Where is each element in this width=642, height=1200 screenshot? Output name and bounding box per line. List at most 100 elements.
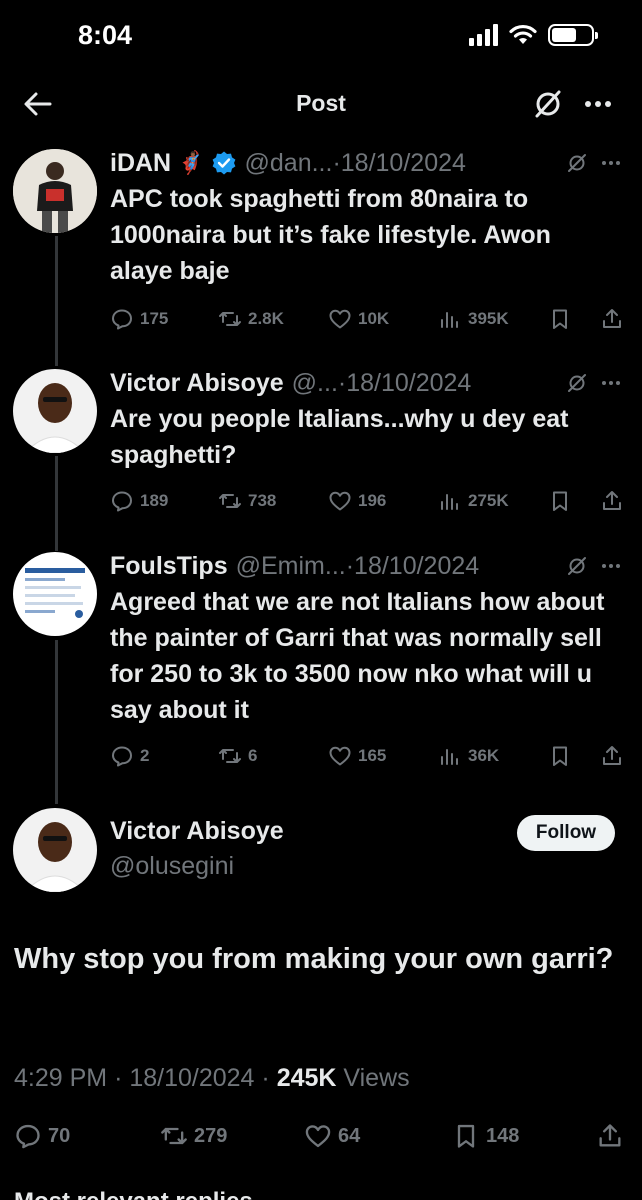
like-button[interactable]: 64: [304, 1122, 360, 1150]
reply-icon: [16, 1124, 40, 1149]
tweet-text: Agreed that we are not Italians how abou…: [110, 588, 605, 724]
bookmark-button[interactable]: [548, 307, 572, 331]
bookmark-count: 148: [486, 1124, 520, 1147]
reposts-count: 6: [248, 746, 258, 765]
repost-button[interactable]: 2.8K: [218, 307, 284, 331]
author-name[interactable]: Victor Abisoye: [110, 369, 284, 398]
thread-tweet[interactable]: iDAN 🦸🏾‍♂️ @dan... ·18/10/2024 APC took …: [0, 143, 642, 353]
thread-tweet[interactable]: FoulsTips @Emim... ·18/10/2024 Agreed th…: [0, 546, 642, 786]
bookmark-button[interactable]: 148: [452, 1122, 519, 1150]
share-button[interactable]: [596, 1122, 624, 1150]
more-options-icon[interactable]: [600, 152, 622, 174]
status-icons: [469, 24, 598, 46]
heart-icon: [305, 1125, 331, 1148]
reposts-count: 738: [248, 491, 277, 510]
repost-button[interactable]: 279: [160, 1122, 227, 1150]
share-icon: [603, 746, 621, 765]
tweet-header: Victor Abisoye @... ·18/10/2024: [110, 363, 622, 403]
more-options-icon[interactable]: [580, 86, 616, 122]
reply-button[interactable]: 175: [110, 307, 168, 331]
share-icon: [603, 491, 621, 510]
views-icon: [441, 494, 458, 510]
grok-icon[interactable]: [566, 372, 588, 394]
more-options-icon[interactable]: [600, 372, 622, 394]
bookmark-button[interactable]: [548, 489, 572, 513]
follow-button[interactable]: Follow: [517, 815, 615, 851]
avatar[interactable]: [13, 808, 97, 892]
author-name[interactable]: iDAN: [110, 149, 171, 178]
tweet-date[interactable]: ·18/10/2024: [332, 149, 465, 178]
views-icon: [441, 312, 458, 328]
views-button[interactable]: 275K: [438, 489, 509, 513]
author-handle[interactable]: @Emim...: [236, 552, 346, 581]
repost-count: 279: [194, 1124, 228, 1147]
author-name[interactable]: Victor Abisoye: [110, 817, 284, 846]
views-button[interactable]: 36K: [438, 744, 499, 768]
tweet-metadata: 4:29 PM · 18/10/2024 · 245K Views: [14, 1064, 410, 1093]
tweet-date[interactable]: · 18/10/2024 ·: [114, 1064, 270, 1092]
repost-icon: [219, 749, 241, 763]
main-tweet-actions: 70 279 64 148: [14, 1122, 626, 1154]
reply-count: 70: [48, 1124, 71, 1147]
reply-icon: [112, 309, 132, 330]
grok-icon[interactable]: [530, 86, 566, 122]
reply-button[interactable]: 70: [14, 1122, 70, 1150]
bookmark-icon: [553, 491, 567, 511]
views-count[interactable]: 245K: [277, 1064, 337, 1092]
avatar[interactable]: [13, 552, 97, 636]
share-button[interactable]: [600, 744, 624, 768]
tweet-date[interactable]: ·18/10/2024: [346, 552, 479, 581]
avatar[interactable]: [13, 149, 97, 233]
repost-button[interactable]: 6: [218, 744, 257, 768]
replies-section-heading[interactable]: Most relevant replies: [14, 1188, 253, 1200]
replies-count: 2: [140, 746, 150, 765]
share-button[interactable]: [600, 307, 624, 331]
share-icon: [603, 309, 621, 328]
replies-count: 175: [140, 309, 169, 328]
more-options-icon[interactable]: [600, 555, 622, 577]
wifi-icon: [509, 24, 537, 44]
grok-icon[interactable]: [566, 555, 588, 577]
status-time: 8:04: [78, 20, 133, 50]
author-handle[interactable]: @olusegini: [110, 852, 234, 881]
reply-button[interactable]: 189: [110, 489, 168, 513]
tweet-text: Are you people Italians...why u dey eat …: [110, 405, 569, 469]
cellular-signal-icon: [469, 24, 498, 46]
bookmark-icon: [553, 309, 567, 329]
reply-button[interactable]: 2: [110, 744, 149, 768]
author-handle[interactable]: @dan...: [245, 149, 333, 178]
like-count: 64: [338, 1124, 361, 1147]
views-count: 275K: [468, 491, 509, 510]
tweet-text: APC took spaghetti from 80naira to 1000n…: [110, 185, 551, 285]
like-button[interactable]: 165: [328, 744, 386, 768]
battery-icon: [548, 24, 598, 46]
repost-button[interactable]: 738: [218, 489, 276, 513]
thread-tweet[interactable]: Victor Abisoye @... ·18/10/2024 Are you …: [0, 363, 642, 533]
verified-badge-icon: [212, 151, 235, 175]
tweet-actions: 189 738 196 275K: [110, 486, 630, 516]
reposts-count: 2.8K: [248, 309, 284, 328]
bookmark-button[interactable]: [548, 744, 572, 768]
tweet-date[interactable]: ·18/10/2024: [338, 369, 471, 398]
views-icon: [441, 749, 458, 765]
heart-icon: [329, 491, 351, 511]
repost-icon: [219, 312, 241, 326]
like-button[interactable]: 10K: [328, 307, 389, 331]
avatar[interactable]: [13, 369, 97, 453]
views-label: Views: [343, 1064, 410, 1092]
grok-icon[interactable]: [566, 152, 588, 174]
views-button[interactable]: 395K: [438, 307, 509, 331]
bookmark-icon: [457, 1124, 475, 1148]
replies-count: 189: [140, 491, 169, 510]
repost-icon: [161, 1127, 187, 1145]
author-name[interactable]: FoulsTips: [110, 552, 228, 581]
reply-icon: [112, 491, 132, 512]
share-button[interactable]: [600, 489, 624, 513]
status-bar: 8:04: [0, 0, 642, 72]
like-button[interactable]: 196: [328, 489, 386, 513]
tweet-time[interactable]: 4:29 PM: [14, 1064, 107, 1092]
author-handle[interactable]: @...: [292, 369, 338, 398]
views-count: 36K: [468, 746, 500, 765]
likes-count: 165: [358, 746, 387, 765]
bookmark-icon: [553, 746, 567, 766]
